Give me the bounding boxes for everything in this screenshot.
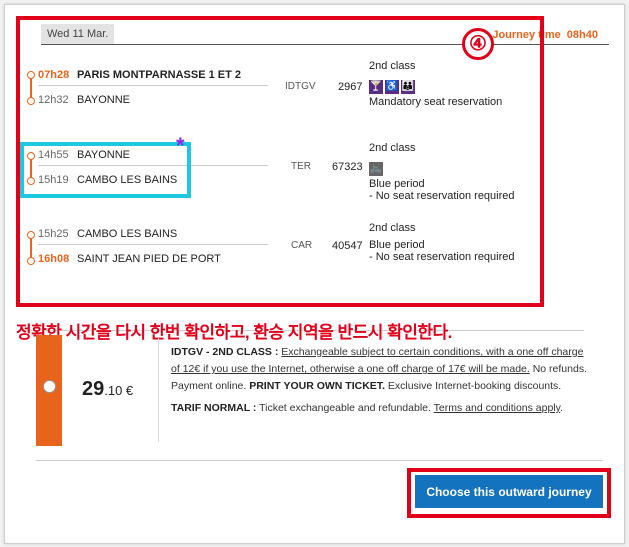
fare-radio[interactable]: [43, 380, 56, 393]
choose-outward-journey-button[interactable]: Choose this outward journey: [415, 475, 603, 508]
journey-card: Wed 11 Mar. Journey time 08h40 07h28 PARI…: [4, 4, 625, 544]
fare-price: 29.10 €: [82, 378, 134, 400]
fare-conditions: IDTGV - 2ND CLASS : Exchangeable subject…: [171, 346, 587, 414]
terms-link[interactable]: Terms and conditions apply: [434, 402, 560, 414]
transfer-highlight-box: [20, 142, 191, 198]
step-badge: ④: [462, 28, 494, 60]
footer-divider: [36, 460, 603, 461]
annotation-note: 정확한 시간을 다시 한번 확인하고, 환승 지역을 반드시 확인한다.: [16, 323, 452, 342]
fare-divider-vertical: [158, 338, 159, 442]
star-marker: *: [176, 133, 185, 158]
